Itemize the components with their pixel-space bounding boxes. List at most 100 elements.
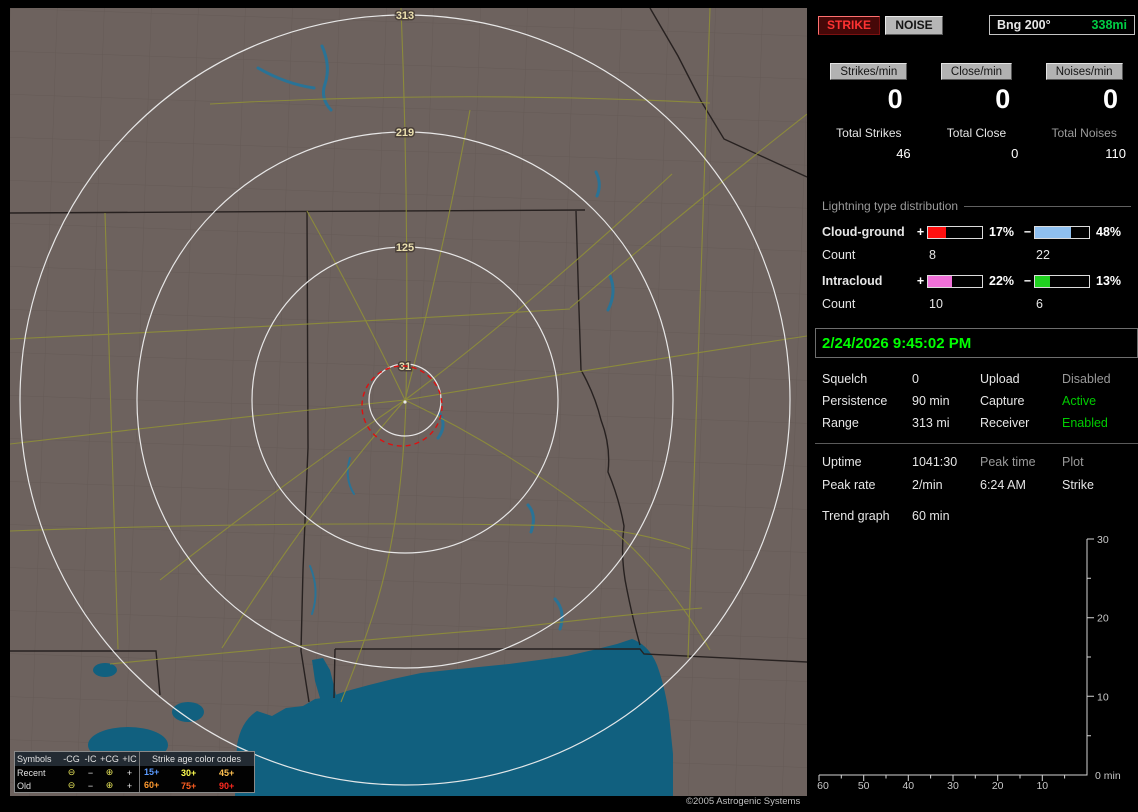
range-label: Range xyxy=(822,416,859,430)
ic-plus-percent: 22% xyxy=(989,274,1015,288)
age-code: 15+ xyxy=(139,766,177,779)
section-divider xyxy=(815,443,1138,444)
pos-cg-symbol-icon: ⊕ xyxy=(105,780,114,790)
legend-recent-label: Recent xyxy=(17,767,46,778)
chart-axis-labels: 30 20 10 0 min 60 50 40 30 20 10 xyxy=(817,534,1121,792)
strikes-per-min-value: 0 xyxy=(887,84,903,114)
bearing-label: Bng 200° xyxy=(997,18,1051,32)
legend-col-neg-cg: -CG xyxy=(63,754,80,764)
plot-value: Strike xyxy=(1062,478,1094,492)
strikes-per-min-button[interactable]: Strikes/min xyxy=(830,63,908,80)
cloud-ground-label: Cloud-ground xyxy=(822,225,905,239)
x-axis-label: 40 xyxy=(902,780,914,792)
receiver-marker xyxy=(403,400,407,404)
distribution-section: Lightning type distribution xyxy=(815,199,1138,213)
total-close-label: Total Close xyxy=(946,126,1007,140)
trend-chart: 30 20 10 0 min 60 50 40 30 20 10 xyxy=(817,534,1121,792)
squelch-label: Squelch xyxy=(822,372,868,386)
cg-plus-bar xyxy=(927,225,983,239)
persistence-value: 90 min xyxy=(912,394,950,408)
upload-status: Disabled xyxy=(1062,372,1111,386)
noises-per-min-value: 0 xyxy=(1102,84,1118,114)
copyright-text: ©2005 Astrogenic Systems xyxy=(686,796,801,807)
age-code: 30+ xyxy=(181,767,197,778)
x-axis-label: 50 xyxy=(858,780,870,792)
close-per-min-button[interactable]: Close/min xyxy=(940,63,1013,80)
legend-symbols-title: Symbols xyxy=(17,754,52,764)
intracloud-count-row: Count 10 6 xyxy=(815,297,1138,311)
ic-count-label: Count xyxy=(822,297,856,311)
peak-rate-label: Peak rate xyxy=(822,478,876,492)
strike-mode-button[interactable]: STRIKE xyxy=(818,15,880,35)
uptime-label: Uptime xyxy=(822,455,862,469)
x-axis-label: 20 xyxy=(992,780,1004,792)
chart-axes xyxy=(819,539,1088,776)
stats-grid: Uptime 1041:30 Peak time Plot Peak rate … xyxy=(815,455,1138,492)
noise-mode-button[interactable]: NOISE xyxy=(885,15,943,35)
ic-plus-bar xyxy=(927,274,983,288)
bearing-display: Bng 200° 338mi xyxy=(989,15,1135,35)
neg-ic-symbol-icon: − xyxy=(87,780,94,791)
trend-window-value: 60 min xyxy=(912,509,950,523)
cg-plus-percent: 17% xyxy=(989,225,1015,239)
upload-label: Upload xyxy=(980,372,1020,386)
legend-col-pos-cg: +CG xyxy=(100,754,119,764)
chart-ticks xyxy=(818,538,1094,781)
x-axis-label: 60 xyxy=(817,780,829,792)
legend-old-row: Old ⊖ − ⊕ + 60+ 75+ 90+ xyxy=(15,779,254,792)
total-strikes-value: 46 xyxy=(896,146,911,161)
x-axis-label: 10 xyxy=(1036,780,1048,792)
datetime-display: 2/24/2026 9:45:02 PM xyxy=(815,328,1138,358)
y-axis-label: 20 xyxy=(1097,613,1109,625)
pos-ic-symbol-icon: + xyxy=(126,780,133,791)
ring-label: 313 xyxy=(396,10,414,22)
age-code: 75+ xyxy=(181,780,197,791)
bearing-range-value: 338mi xyxy=(1091,18,1127,32)
trend-graph-row: Trend graph 60 min xyxy=(815,509,1138,523)
ring-label: 31 xyxy=(399,361,411,373)
peak-rate-value: 2/min xyxy=(912,478,943,492)
plus-sign: + xyxy=(916,225,925,239)
ic-minus-percent: 13% xyxy=(1096,274,1122,288)
legend-header-row: Symbols -CG -IC +CG +IC Strike age color… xyxy=(15,752,254,766)
origin-label: 0 min xyxy=(1095,770,1121,782)
age-code: 45+ xyxy=(219,767,235,778)
neg-cg-symbol-icon: ⊖ xyxy=(67,780,76,790)
age-code: 90+ xyxy=(219,780,235,791)
ic-minus-bar-fill xyxy=(1035,275,1050,287)
total-strikes-label: Total Strikes xyxy=(836,126,902,140)
neg-ic-symbol-icon: − xyxy=(87,767,94,778)
cg-minus-bar-fill xyxy=(1035,226,1072,238)
datetime-value: 2/24/2026 9:45:02 PM xyxy=(822,334,972,352)
settings-grid: Squelch 0 Upload Disabled Persistence 90… xyxy=(815,372,1138,430)
x-axis-label: 30 xyxy=(947,780,959,792)
ic-minus-bar xyxy=(1034,274,1090,288)
legend-col-pos-ic: +IC xyxy=(122,754,137,764)
lake xyxy=(93,663,117,677)
trend-graph-label: Trend graph xyxy=(822,509,890,523)
persistence-label: Persistence xyxy=(822,394,888,408)
totals-values-row: 46 0 110 xyxy=(815,146,1138,161)
lightning-map[interactable]: 313 219 125 31 Symbols -CG -IC +CG +IC S… xyxy=(10,8,807,796)
rate-buttons-row: Strikes/min Close/min Noises/min xyxy=(815,63,1138,80)
noises-per-min-button[interactable]: Noises/min xyxy=(1045,63,1123,80)
range-value: 313 mi xyxy=(912,416,950,430)
capture-label: Capture xyxy=(980,394,1025,408)
ring-label: 125 xyxy=(396,242,414,254)
ic-minus-count: 6 xyxy=(1036,297,1043,311)
map-legend: Symbols -CG -IC +CG +IC Strike age color… xyxy=(14,751,255,793)
ic-plus-count: 10 xyxy=(929,297,943,311)
mode-row: STRIKE NOISE Bng 200° 338mi xyxy=(818,15,1135,35)
rate-values-row: 0 0 0 xyxy=(815,84,1138,114)
intracloud-row: Intracloud + 22% − 13% xyxy=(815,274,1138,288)
legend-age-title: Strike age color codes xyxy=(139,752,253,766)
close-per-min-value: 0 xyxy=(995,84,1011,114)
age-code: 60+ xyxy=(139,779,177,792)
plot-label: Plot xyxy=(1062,455,1084,469)
distribution-title: Lightning type distribution xyxy=(822,199,959,213)
total-noises-value: 110 xyxy=(1105,146,1126,161)
total-noises-label: Total Noises xyxy=(1051,126,1117,140)
lake xyxy=(172,702,204,722)
status-panel: STRIKE NOISE Bng 200° 338mi Strikes/min … xyxy=(815,0,1138,812)
cg-minus-percent: 48% xyxy=(1096,225,1122,239)
